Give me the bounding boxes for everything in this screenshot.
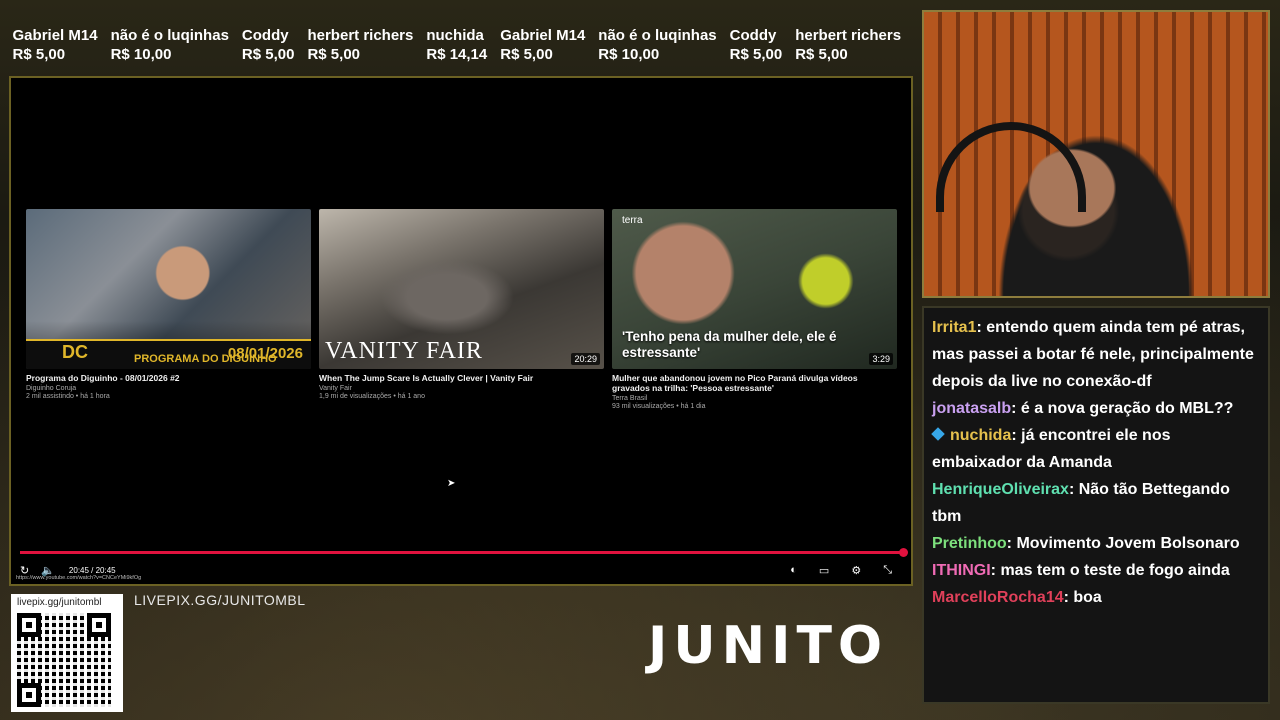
video-thumbnail[interactable]: VANITY FAIR 20:29 [319, 209, 604, 369]
donor-name: Coddy [729, 27, 777, 44]
video-thumbnail[interactable]: DC PROGRAMA DO DIGUINHO 08/01/2026 [26, 209, 311, 369]
chat-username[interactable]: MarcelloRocha14 [932, 589, 1064, 606]
progress-scrubber[interactable] [899, 548, 908, 557]
chat-text: : mas tem o teste de fogo ainda [990, 562, 1230, 579]
video-title[interactable]: When The Jump Scare Is Actually Clever |… [319, 373, 604, 383]
donation-item: Coddy R$ 5,00 [242, 27, 295, 65]
end-screen-cards: DC PROGRAMA DO DIGUINHO 08/01/2026 Progr… [26, 209, 897, 410]
chat-text: : entendo quem ainda tem pé atras, mas p… [932, 319, 1254, 390]
channel-name[interactable]: Diguinho Coruja [26, 385, 311, 392]
donation-amount: R$ 5,00 [241, 46, 295, 63]
settings-gear-icon[interactable]: ⚙ [851, 564, 861, 577]
headphones [936, 122, 1086, 212]
chat-username[interactable]: Irrita1 [932, 319, 976, 336]
donation-amount: R$ 5,00 [795, 46, 848, 63]
donation-item: não é o luqinhas R$ 10,00 [111, 27, 229, 65]
video-title[interactable]: Programa do Diguinho - 08/01/2026 #2 [26, 373, 311, 383]
chat-username[interactable]: jonatasalb [932, 400, 1011, 417]
donation-amount: R$ 10,00 [598, 46, 660, 63]
chat-message: Irrita1: entendo quem ainda tem pé atras… [932, 314, 1260, 395]
video-card[interactable]: terra 'Tenho pena da mulher dele, ele é … [612, 209, 897, 410]
player-controls: ↻ 🔈 20:45 / 20:45 ◐ ▭ ⚙ ⤡ [20, 560, 904, 580]
progress-bar[interactable] [20, 548, 908, 557]
donor-name: Gabriel M14 [500, 27, 586, 44]
donation-item: herbert richers R$ 5,00 [307, 27, 413, 65]
donation-amount: R$ 14,14 [426, 46, 488, 63]
donor-name: herbert richers [795, 27, 902, 44]
video-stats: 93 mil visualizações • há 1 dia [612, 403, 706, 410]
channel-name[interactable]: Terra Brasil [612, 395, 897, 402]
chat-message: Pretinhoo: Movimento Jovem Bolsonaro [932, 530, 1260, 557]
chat-message: ITHINGI: mas tem o teste de fogo ainda [932, 557, 1260, 584]
ticker-track: da14Gabriel M14R$ 5,00não é o luqinhasR$… [0, 27, 914, 65]
duration-badge: 20:29 [571, 353, 600, 365]
chat-text: : Movimento Jovem Bolsonaro [1006, 535, 1240, 552]
donation-item: nuchida R$ 14,14 [426, 27, 487, 65]
chat-username[interactable]: ITHINGI [932, 562, 991, 579]
chat-panel: Irrita1: entendo quem ainda tem pé atras… [922, 306, 1270, 704]
donation-amount: R$ 5,00 [729, 46, 783, 63]
channel-logo-text: JUNITO [648, 616, 889, 676]
donation-amount: R$ 10,00 [110, 46, 172, 63]
donation-item: Coddy R$ 5,00 [730, 27, 783, 65]
chat-username[interactable]: Pretinhoo [932, 535, 1007, 552]
thumbnail-date: 08/01/2026 [227, 345, 303, 362]
brand-logo: terra [622, 215, 643, 226]
qr-code-box: livepix.gg/junitombl [11, 594, 123, 712]
video-player[interactable]: DC PROGRAMA DO DIGUINHO 08/01/2026 Progr… [9, 76, 913, 586]
livepix-label: LIVEPIX.GG/JUNITOMBL [134, 592, 306, 608]
video-card[interactable]: DC PROGRAMA DO DIGUINHO 08/01/2026 Progr… [26, 209, 311, 410]
video-thumbnail[interactable]: terra 'Tenho pena da mulher dele, ele é … [612, 209, 897, 369]
thumbnail-quote: 'Tenho pena da mulher dele, ele é estres… [622, 329, 837, 360]
subtitles-icon[interactable]: ▭ [819, 564, 829, 577]
video-url: https://www.youtube.com/watch?v=CNCeYMi9… [16, 575, 142, 581]
autoplay-toggle-icon[interactable]: ◐ [790, 564, 797, 576]
video-stats: 2 mil assistindo • há 1 hora [26, 393, 110, 400]
donor-name: não é o luqinhas [110, 27, 229, 44]
channel-name[interactable]: Vanity Fair [319, 385, 604, 392]
donation-ticker: da14Gabriel M14R$ 5,00não é o luqinhasR$… [0, 0, 922, 72]
mouse-cursor-icon: ➤ [447, 478, 456, 489]
donation-item: herbert richers R$ 5,00 [795, 27, 901, 65]
chat-message: MarcelloRocha14: boa [932, 584, 1260, 611]
donation-amount: R$ 5,00 [307, 46, 361, 63]
chat-text: : é a nova geração do MBL?? [1011, 400, 1234, 417]
chat-username[interactable]: HenriqueOliveirax [932, 481, 1069, 498]
chat-message: HenriqueOliveirax: Não tão Bettegando tb… [932, 476, 1260, 530]
qr-link-text: livepix.gg/junitombl [17, 597, 102, 608]
video-stats: 1,9 mi de visualizações • há 1 ano [319, 393, 425, 400]
donation-item: Gabriel M14 R$ 5,00 [13, 27, 98, 65]
chat-text: : boa [1063, 589, 1102, 606]
duration-badge: 3:29 [869, 353, 893, 365]
time-display: 20:45 / 20:45 [68, 565, 116, 575]
exit-fullscreen-icon[interactable]: ⤡ [883, 564, 892, 577]
chat-message: nuchida: já encontrei ele nos embaixador… [931, 422, 1260, 476]
donor-name: Coddy [241, 27, 289, 44]
donor-name: Gabriel M14 [12, 27, 98, 44]
chat-message: jonatasalb: é a nova geração do MBL?? [932, 395, 1260, 422]
donor-name: herbert richers [307, 27, 414, 44]
donor-name: não é o luqinhas [598, 27, 717, 44]
chat-username[interactable]: nuchida [950, 427, 1011, 444]
webcam-feed [922, 10, 1270, 298]
subscriber-badge-icon [931, 427, 945, 441]
donor-name: nuchida [426, 27, 484, 44]
donation-amount: R$ 5,00 [500, 46, 553, 63]
video-title[interactable]: Mulher que abandonou jovem no Pico Paran… [612, 373, 897, 393]
donation-item: não é o luqinhas R$ 10,00 [598, 27, 716, 65]
donation-amount: R$ 5,00 [12, 46, 66, 63]
brand-logo: VANITY FAIR [325, 338, 483, 364]
video-card[interactable]: VANITY FAIR 20:29 When The Jump Scare Is… [319, 209, 604, 410]
channel-logo: DC [62, 342, 88, 362]
qr-code [17, 613, 111, 707]
donation-item: Gabriel M14 R$ 5,00 [500, 27, 585, 65]
